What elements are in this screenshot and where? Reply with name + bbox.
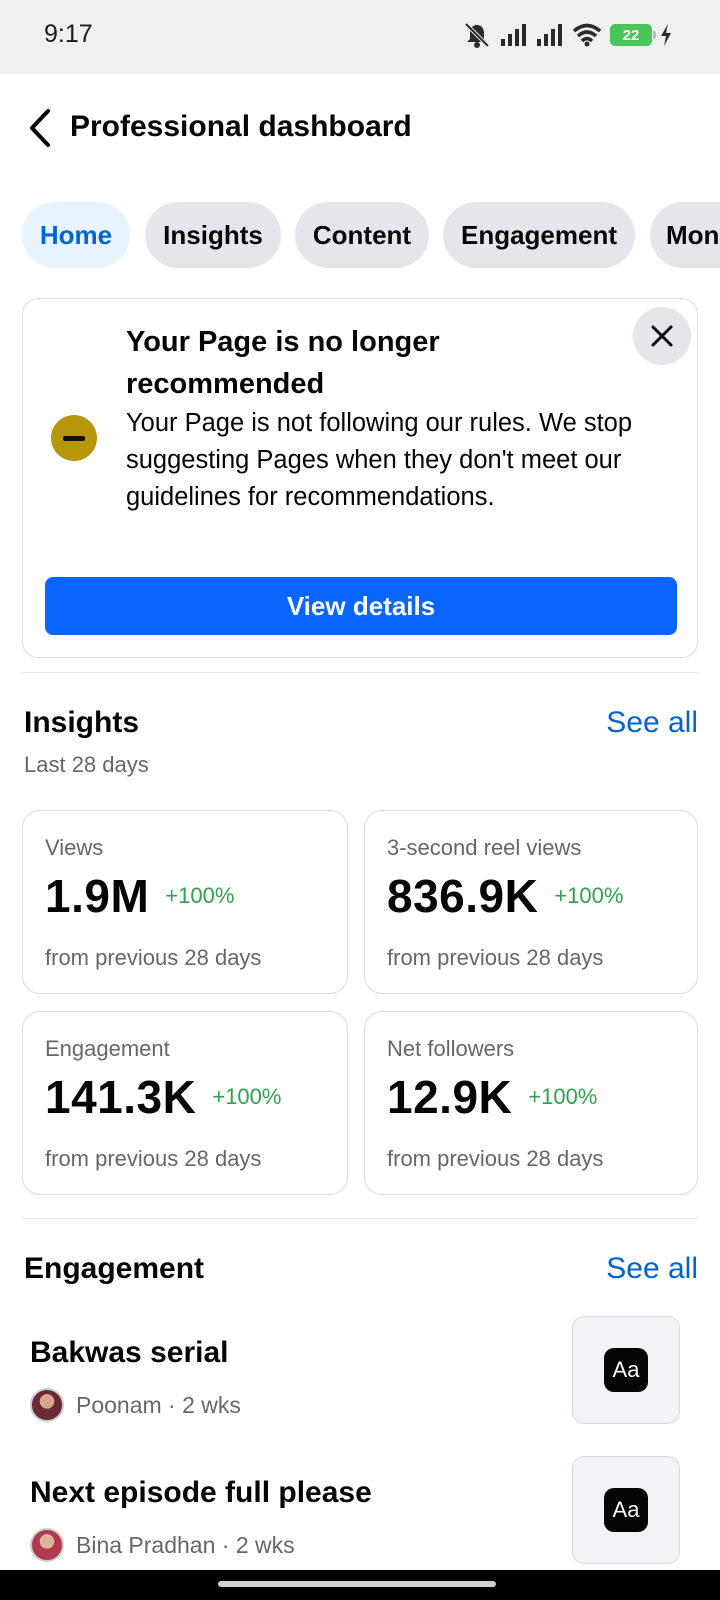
status-time: 9:17 — [44, 20, 93, 48]
engagement-item-meta: Poonam · 2 wks — [76, 1391, 241, 1418]
metric-value: 141.3K — [45, 1071, 197, 1123]
insights-title: Insights — [24, 706, 140, 739]
view-details-button[interactable]: View details — [45, 577, 677, 635]
avatar — [30, 1528, 64, 1562]
metric-value-row: 1.9M +100% — [45, 869, 234, 923]
metric-label: Net followers — [387, 1036, 515, 1061]
metric-value-row: 141.3K +100% — [45, 1070, 281, 1124]
restriction-icon — [51, 415, 97, 461]
signal-icon — [501, 24, 526, 46]
back-arrow-icon — [30, 109, 50, 147]
metric-value: 12.9K — [387, 1071, 513, 1123]
metric-label: Views — [45, 835, 104, 860]
system-navigation-bar — [0, 1570, 720, 1600]
status-icons: 22 — [462, 20, 672, 50]
engagement-item-meta: Bina Pradhan · 2 wks — [76, 1531, 295, 1558]
tab-content[interactable]: Content — [295, 202, 429, 268]
engagement-item-meta-row: Poonam · 2 wks — [30, 1388, 241, 1422]
wifi-icon — [572, 23, 602, 47]
metric-value-row: 12.9K +100% — [387, 1070, 597, 1124]
metric-card-net-followers[interactable]: Net followers 12.9K +100% from previous … — [364, 1011, 698, 1195]
metric-change: +100% — [554, 883, 624, 908]
avatar — [30, 1388, 64, 1422]
post-thumbnail[interactable]: Aa — [572, 1316, 680, 1424]
mute-notification-icon — [464, 22, 490, 48]
close-icon — [651, 325, 673, 347]
metric-label: Engagement — [45, 1036, 170, 1061]
engagement-item-title: Bakwas serial — [30, 1336, 229, 1369]
text-post-icon: Aa — [604, 1348, 648, 1392]
divider — [22, 1218, 698, 1219]
home-indicator[interactable] — [218, 1581, 496, 1587]
close-notice-button[interactable] — [633, 307, 691, 365]
battery-icon: 22 — [610, 24, 656, 46]
metric-change: +100% — [212, 1084, 282, 1109]
recommendation-notice-card: Your Page is no longer recommended Your … — [22, 298, 698, 658]
text-post-icon: Aa — [604, 1488, 648, 1532]
metric-footnote: from previous 28 days — [45, 1146, 262, 1171]
metric-card-views[interactable]: Views 1.9M +100% from previous 28 days — [22, 810, 348, 994]
metric-card-reel-views[interactable]: 3-second reel views 836.9K +100% from pr… — [364, 810, 698, 994]
insights-subtitle: Last 28 days — [24, 752, 149, 777]
metric-change: +100% — [528, 1084, 598, 1109]
tab-monetization[interactable]: Mon — [650, 202, 720, 268]
metric-value: 1.9M — [45, 870, 150, 922]
tab-insights[interactable]: Insights — [145, 202, 281, 268]
engagement-title: Engagement — [24, 1252, 205, 1285]
engagement-see-all-link[interactable]: See all — [606, 1252, 698, 1286]
tab-bar: Home Insights Content Engagement Mon — [0, 202, 720, 270]
post-thumbnail[interactable]: Aa — [572, 1456, 680, 1564]
metric-footnote: from previous 28 days — [387, 1146, 604, 1171]
header: Professional dashboard — [0, 74, 720, 184]
status-bar: 9:17 22 — [0, 0, 720, 74]
metric-footnote: from previous 28 days — [387, 945, 604, 970]
notice-title: Your Page is no longer recommended — [126, 326, 440, 400]
page-title: Professional dashboard — [70, 110, 412, 143]
metric-card-engagement[interactable]: Engagement 141.3K +100% from previous 28… — [22, 1011, 348, 1195]
engagement-item-meta-row: Bina Pradhan · 2 wks — [30, 1528, 295, 1562]
divider — [22, 672, 698, 673]
insights-see-all-link[interactable]: See all — [606, 706, 698, 740]
tab-engagement[interactable]: Engagement — [443, 202, 635, 268]
charging-icon — [661, 24, 671, 46]
back-button[interactable] — [20, 104, 60, 152]
signal-icon-2 — [537, 24, 562, 46]
engagement-item-title: Next episode full please — [30, 1476, 372, 1509]
battery-level: 22 — [622, 26, 640, 44]
tab-home[interactable]: Home — [22, 202, 130, 268]
metric-change: +100% — [165, 883, 235, 908]
engagement-item[interactable]: Bakwas serial Poonam · 2 wks Aa — [0, 1316, 720, 1456]
metric-value: 836.9K — [387, 870, 539, 922]
metric-footnote: from previous 28 days — [45, 945, 262, 970]
notice-body: Your Page is not following our rules. We… — [126, 409, 633, 511]
metric-value-row: 836.9K +100% — [387, 869, 623, 923]
metric-label: 3-second reel views — [387, 835, 582, 860]
